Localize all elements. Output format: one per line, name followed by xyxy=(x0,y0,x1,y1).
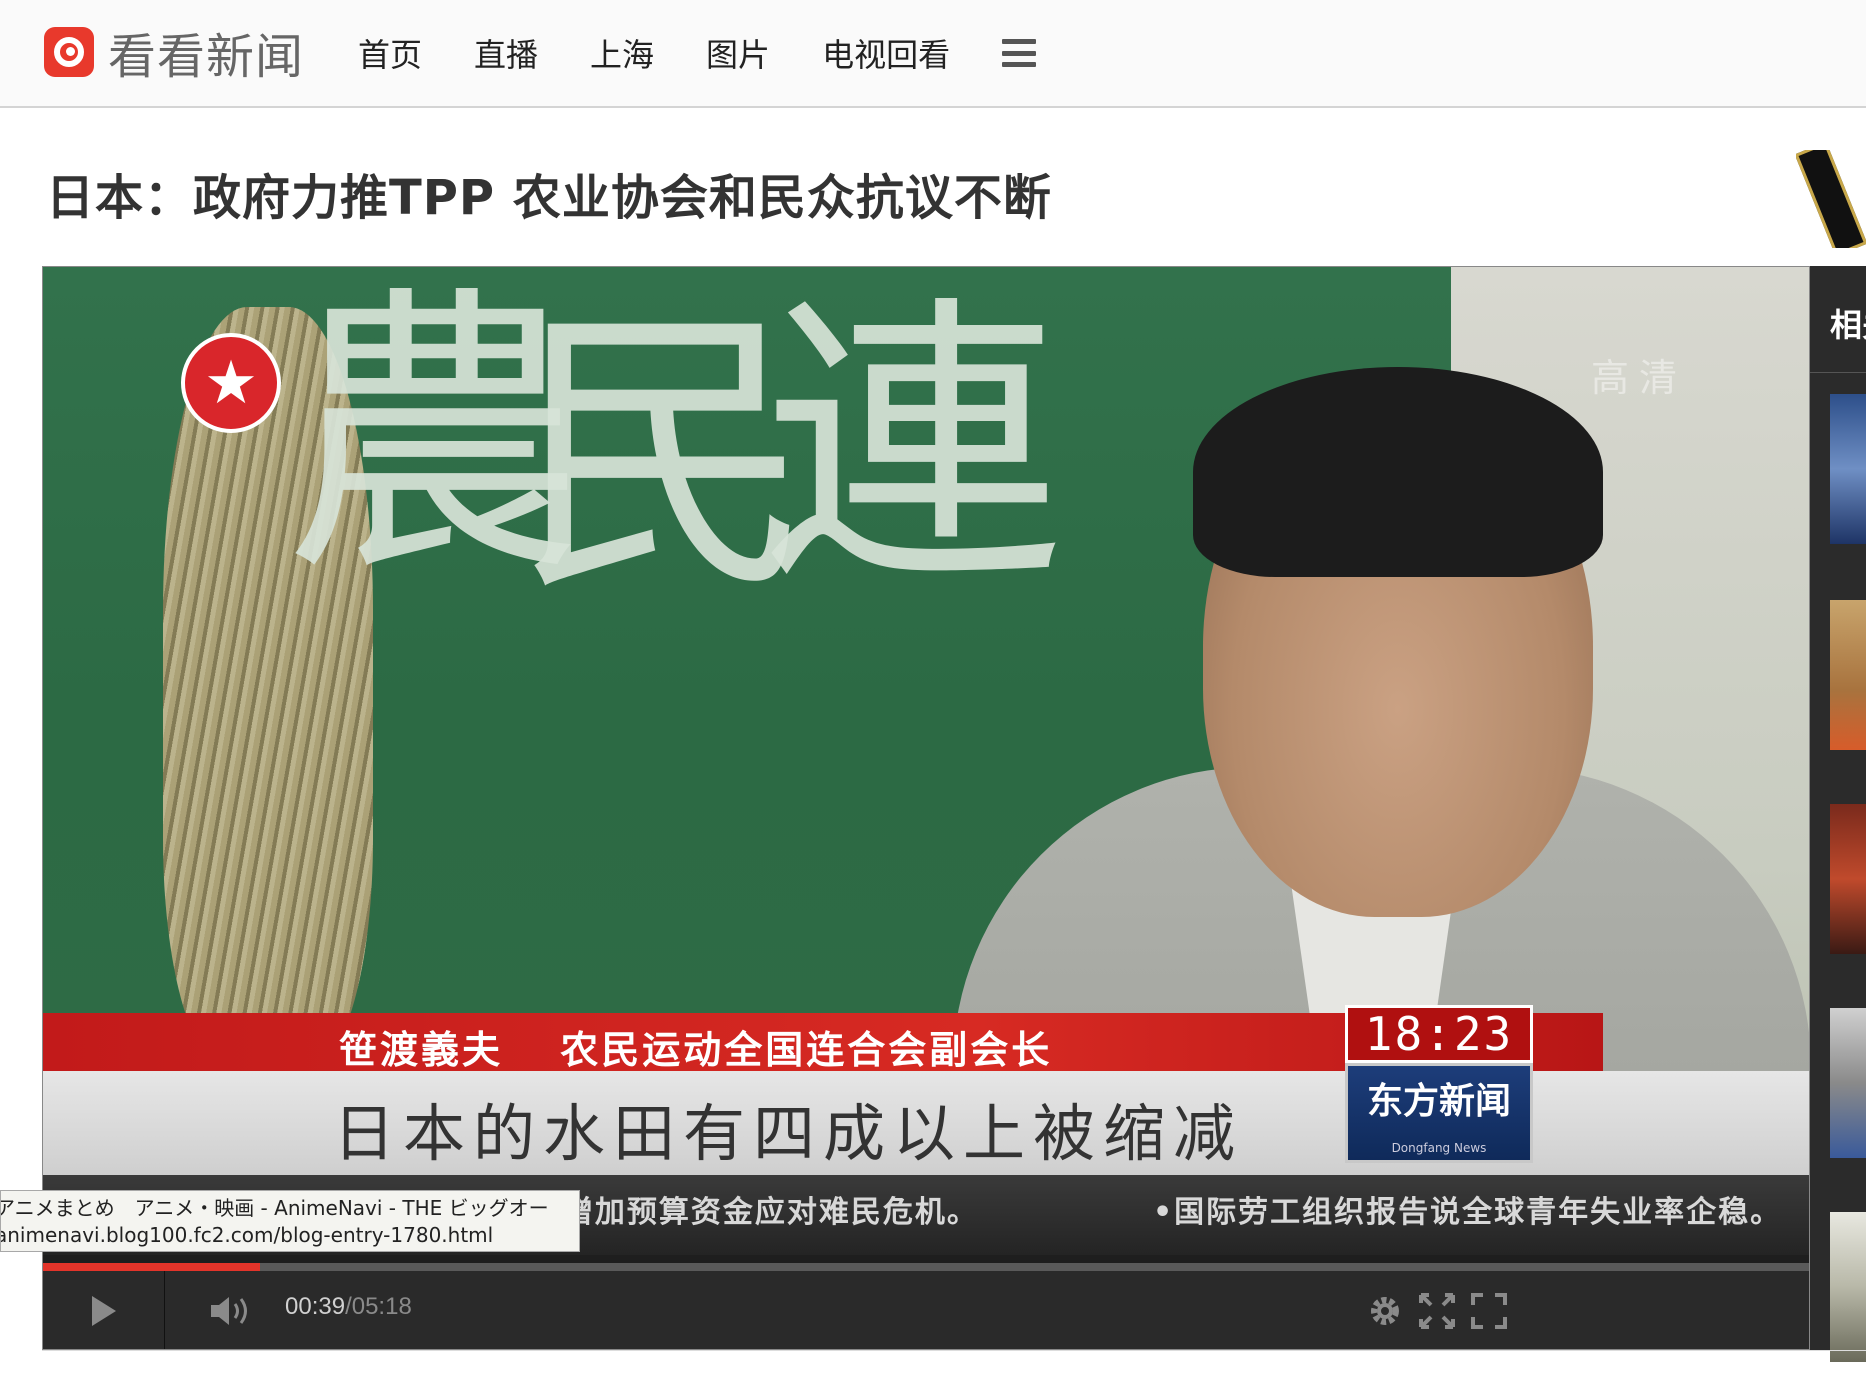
related-sidebar: 相关 xyxy=(1810,266,1866,1362)
news-ticker-right: •国际劳工组织报告说全球青年失业率企稳。 xyxy=(1153,1195,1783,1230)
site-header: 看看新闻 首页 直播 上海 图片 电视回看 xyxy=(0,0,1866,108)
fullscreen-icon[interactable] xyxy=(1469,1291,1509,1331)
settings-gear-icon[interactable] xyxy=(1365,1291,1405,1331)
related-thumb-2[interactable] xyxy=(1830,600,1866,750)
hd-watermark: 高清 xyxy=(1591,356,1688,400)
nav-item-home[interactable]: 首页 xyxy=(358,30,422,76)
top-right-thumbnail[interactable] xyxy=(1796,150,1866,248)
link-tooltip: アニメまとめ アニメ・映画 - AnimeNavi - THE ビッグオー an… xyxy=(0,1190,580,1252)
broadcast-clock: 18:23 xyxy=(1345,1005,1533,1063)
related-thumb-4[interactable] xyxy=(1830,1008,1866,1158)
site-logo-text: 看看新闻 xyxy=(108,29,305,85)
video-controls: 00:39/05:18 xyxy=(43,1271,1809,1349)
nav-item-tv-replay[interactable]: 电视回看 xyxy=(822,30,950,76)
video-subtitle: 日本的水田有四成以上被缩减 xyxy=(333,1097,1244,1170)
site-logo[interactable]: 看看新闻 xyxy=(44,26,304,85)
nav-item-shanghai[interactable]: 上海 xyxy=(590,30,654,76)
play-button[interactable] xyxy=(43,1271,165,1349)
related-thumb-1[interactable] xyxy=(1830,394,1866,544)
nav-item-photos[interactable]: 图片 xyxy=(706,30,770,76)
play-icon xyxy=(91,1296,116,1326)
progress-bar[interactable] xyxy=(43,1263,1809,1271)
tooltip-url: animenavi.blog100.fc2.com/blog-entry-178… xyxy=(0,1223,494,1247)
current-time: 00:39 xyxy=(285,1293,346,1320)
duration: /05:18 xyxy=(345,1293,412,1320)
kankan-logo-icon xyxy=(44,27,94,77)
related-thumb-3[interactable] xyxy=(1830,804,1866,954)
volume-icon[interactable] xyxy=(207,1291,255,1331)
main-nav: 首页 直播 上海 图片 电视回看 xyxy=(358,0,1037,106)
channel-star-logo-icon: ★ xyxy=(181,333,281,433)
broadcast-brand: 东方新闻 Dongfang News xyxy=(1345,1063,1533,1163)
banner-char-3: 連 xyxy=(763,272,1063,621)
hamburger-menu-icon[interactable] xyxy=(1002,39,1037,67)
related-heading: 相关 xyxy=(1830,306,1866,344)
progress-fill xyxy=(43,1263,261,1271)
related-thumb-5[interactable] xyxy=(1830,1212,1866,1362)
time-display: 00:39/05:18 xyxy=(285,1293,412,1321)
nav-item-live[interactable]: 直播 xyxy=(474,30,538,76)
wide-screen-icon[interactable] xyxy=(1417,1291,1457,1331)
page-title: 日本：政府力推TPP 农业协会和民众抗议不断 xyxy=(46,170,1052,226)
lower-third-name: 笹渡義夫 农民运动全国连合会副会长 xyxy=(339,1028,1053,1072)
tooltip-title: アニメまとめ アニメ・映画 - AnimeNavi - THE ビッグオー xyxy=(0,1196,549,1220)
video-player[interactable]: 農 民 連 ★ 高清 笹渡義夫 农民运动全国连合会副会长 日本的水田有四成以上被… xyxy=(42,266,1810,1350)
video-frame[interactable]: 農 民 連 ★ 高清 笹渡義夫 农民运动全国连合会副会长 日本的水田有四成以上被… xyxy=(43,267,1809,1255)
